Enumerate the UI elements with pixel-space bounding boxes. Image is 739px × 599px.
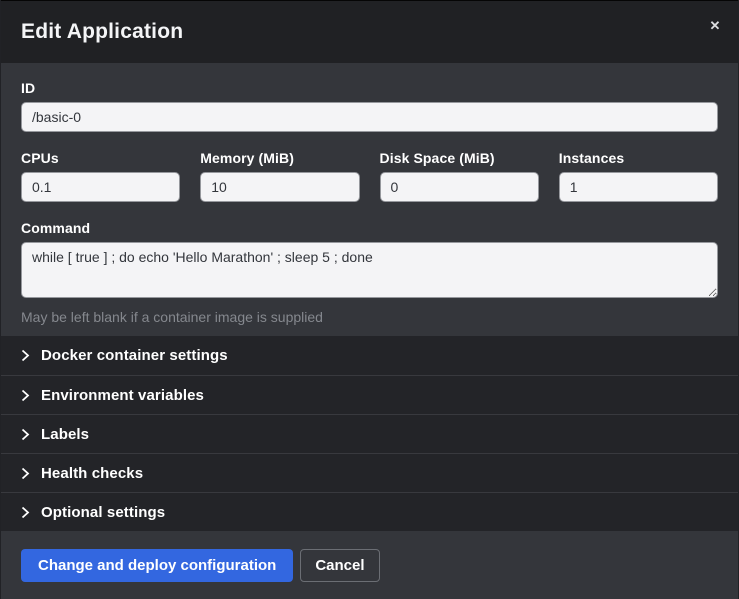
cpus-field-group: CPUs [21, 149, 180, 202]
id-input[interactable] [21, 102, 718, 132]
command-field-group: Command while [ true ] ; do echo 'Hello … [21, 219, 718, 326]
chevron-right-icon [21, 428, 30, 441]
collapsible-sections: Docker container settings Environment va… [1, 336, 738, 531]
memory-input[interactable] [200, 172, 359, 202]
resources-row: CPUs Memory (MiB) Disk Space (MiB) Insta… [21, 149, 718, 202]
section-label: Health checks [41, 465, 143, 482]
chevron-right-icon [21, 389, 30, 402]
instances-input[interactable] [559, 172, 718, 202]
section-health-checks[interactable]: Health checks [1, 453, 738, 492]
section-labels[interactable]: Labels [1, 414, 738, 453]
disk-label: Disk Space (MiB) [380, 149, 539, 167]
command-label: Command [21, 219, 718, 237]
section-label: Docker container settings [41, 347, 228, 364]
id-label: ID [21, 79, 718, 97]
section-label: Labels [41, 426, 89, 443]
chevron-right-icon [21, 467, 30, 480]
close-icon[interactable]: ✕ [704, 15, 726, 37]
chevron-right-icon [21, 506, 30, 519]
section-docker-container-settings[interactable]: Docker container settings [1, 336, 738, 375]
instances-label: Instances [559, 149, 718, 167]
modal-footer: Change and deploy configuration Cancel [1, 531, 738, 599]
cpus-input[interactable] [21, 172, 180, 202]
command-help-text: May be left blank if a container image i… [21, 308, 718, 326]
section-label: Environment variables [41, 387, 204, 404]
id-field-group: ID [21, 79, 718, 132]
change-and-deploy-button[interactable]: Change and deploy configuration [21, 549, 293, 582]
section-label: Optional settings [41, 504, 165, 521]
memory-field-group: Memory (MiB) [200, 149, 359, 202]
disk-field-group: Disk Space (MiB) [380, 149, 539, 202]
disk-input[interactable] [380, 172, 539, 202]
section-optional-settings[interactable]: Optional settings [1, 492, 738, 531]
command-textarea[interactable]: while [ true ] ; do echo 'Hello Marathon… [21, 242, 718, 298]
memory-label: Memory (MiB) [200, 149, 359, 167]
modal-header: Edit Application ✕ [1, 1, 738, 63]
section-environment-variables[interactable]: Environment variables [1, 375, 738, 414]
instances-field-group: Instances [559, 149, 718, 202]
cancel-button[interactable]: Cancel [300, 549, 379, 582]
page-title: Edit Application [21, 20, 183, 44]
chevron-right-icon [21, 349, 30, 362]
cpus-label: CPUs [21, 149, 180, 167]
edit-application-form: ID CPUs Memory (MiB) Disk Space (MiB) In… [1, 63, 738, 336]
